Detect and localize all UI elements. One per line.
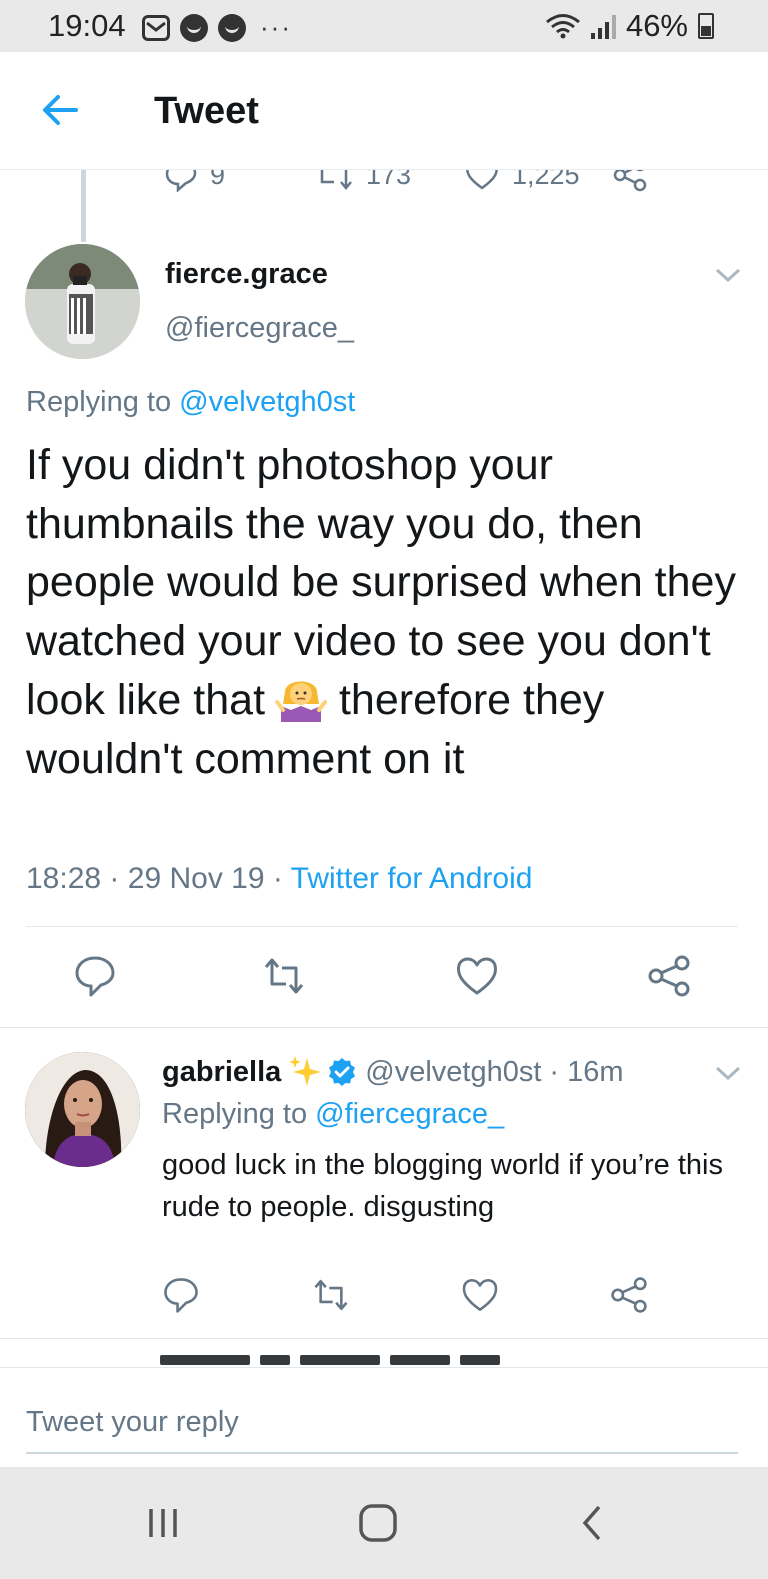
divider xyxy=(0,1027,768,1028)
back-icon[interactable] xyxy=(571,1501,615,1545)
author-handle[interactable]: @fiercegrace_ xyxy=(165,312,354,345)
meta-separator: · xyxy=(272,862,283,895)
previous-reply-count: 9 xyxy=(210,170,226,190)
verified-badge-icon xyxy=(329,1058,356,1086)
share-icon xyxy=(613,170,647,192)
reply-tweet-text: good luck in the blogging world if you’r… xyxy=(162,1149,723,1223)
home-icon[interactable] xyxy=(356,1501,400,1545)
reply-replying-to: Replying to @fiercegrace_ xyxy=(162,1098,504,1131)
messenger-icon xyxy=(180,13,208,42)
previous-tweet-actions: 9 173 1,225 xyxy=(0,170,768,194)
recent-apps-icon[interactable] xyxy=(143,1501,187,1545)
system-indicators: 46% xyxy=(545,8,714,44)
reply-composer xyxy=(0,1367,768,1467)
status-bar: 19:04 ··· 46% xyxy=(0,0,768,52)
share-icon[interactable] xyxy=(610,1276,648,1314)
retweet-icon[interactable] xyxy=(262,954,306,998)
heart-icon[interactable] xyxy=(461,1276,499,1314)
status-time: 19:04 xyxy=(48,8,126,43)
reply-icon xyxy=(165,170,197,192)
avatar[interactable] xyxy=(25,244,140,359)
share-icon[interactable] xyxy=(647,954,691,998)
replying-to: Replying to @velvetgh0st xyxy=(26,386,355,419)
previous-reply-action[interactable]: 9 xyxy=(164,170,225,192)
next-tweet-peek xyxy=(60,1352,620,1366)
tweet-meta: 18:28 · 29 Nov 19 · Twitter for Android xyxy=(26,862,532,896)
battery-percent: 46% xyxy=(625,8,688,43)
sparkles-emoji xyxy=(289,1056,322,1086)
previous-retweet-count: 173 xyxy=(366,170,412,190)
reply-tweet-actions xyxy=(0,1276,768,1316)
meta-separator: · xyxy=(549,1055,560,1088)
reply-author-handle[interactable]: @velvetgh0st xyxy=(365,1056,541,1089)
more-icon: ··· xyxy=(260,12,292,42)
retweet-icon[interactable] xyxy=(312,1276,350,1314)
tweet-reply-input[interactable] xyxy=(26,1392,738,1454)
reply-icon[interactable] xyxy=(73,954,117,998)
replying-to-prefix: Replying to xyxy=(26,386,172,418)
tweet-text: If you didn't photoshop your thumbnails … xyxy=(26,436,746,788)
reply-header: gabriella @velvetgh0st · 16m xyxy=(162,1054,624,1090)
reply-time-ago: 16m xyxy=(567,1055,624,1088)
retweet-icon xyxy=(320,170,352,190)
main-tweet-actions xyxy=(0,954,768,1000)
chevron-down-icon[interactable] xyxy=(714,266,742,284)
signal-icon xyxy=(590,13,616,39)
meta-separator: · xyxy=(109,862,120,895)
reply-icon[interactable] xyxy=(162,1276,200,1314)
wifi-icon xyxy=(546,14,580,39)
mail-icon xyxy=(142,14,170,41)
replying-to-prefix: Replying to xyxy=(162,1098,308,1130)
previous-like-count: 1,225 xyxy=(512,170,580,190)
author-name[interactable]: fierce.grace xyxy=(165,258,328,291)
heart-icon[interactable] xyxy=(455,954,499,998)
arrow-left-icon[interactable] xyxy=(38,88,82,132)
replying-to-link[interactable]: @fiercegrace_ xyxy=(315,1098,504,1130)
avatar[interactable] xyxy=(25,1052,140,1167)
chevron-down-icon[interactable] xyxy=(714,1064,742,1082)
page-title: Tweet xyxy=(154,90,259,132)
previous-retweet-action[interactable]: 173 xyxy=(314,170,411,192)
divider xyxy=(0,1338,768,1339)
notification-icons: ··· xyxy=(142,12,292,43)
divider xyxy=(26,926,738,927)
system-nav-bar xyxy=(0,1467,768,1579)
tweet-time: 18:28 xyxy=(26,862,102,895)
tweet-client-link[interactable]: Twitter for Android xyxy=(291,862,533,895)
chat-icon xyxy=(218,13,246,42)
previous-like-action[interactable]: 1,225 xyxy=(464,170,580,192)
person-shrugging-emoji xyxy=(275,670,328,722)
reply-author-name[interactable]: gabriella xyxy=(162,1056,281,1089)
previous-share-action[interactable] xyxy=(612,170,648,192)
tweet-date: 29 Nov 19 xyxy=(127,862,265,895)
top-app-bar: Tweet xyxy=(0,52,768,170)
battery-icon xyxy=(698,13,714,39)
heart-icon xyxy=(466,170,498,190)
replying-to-link[interactable]: @velvetgh0st xyxy=(179,386,355,418)
